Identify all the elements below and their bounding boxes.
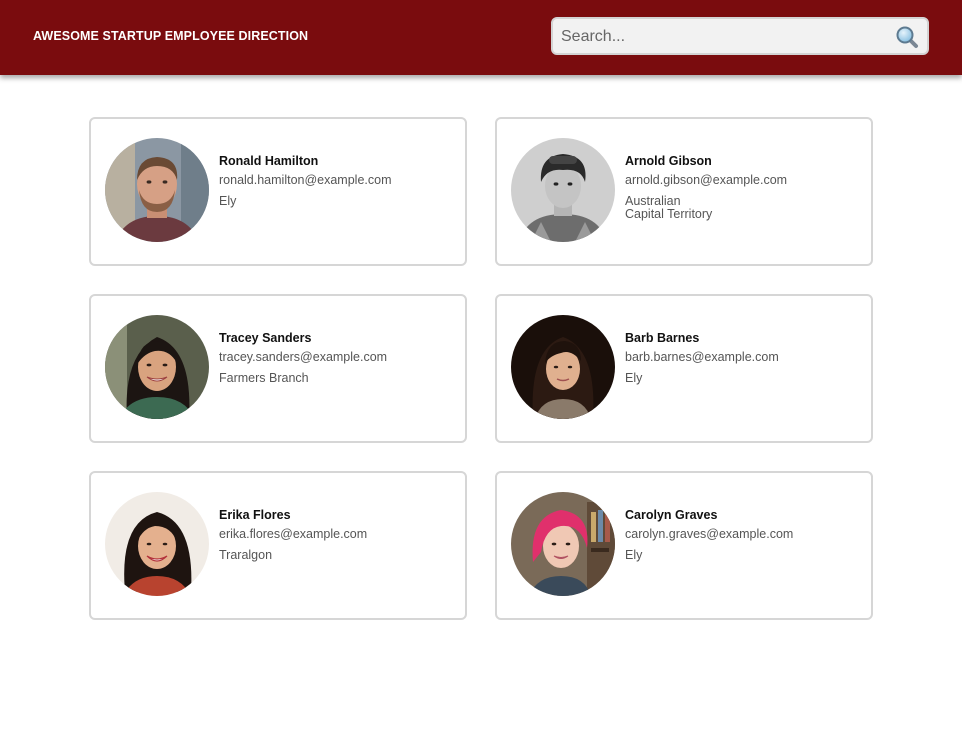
employee-card[interactable]: Carolyn Graves carolyn.graves@example.co… [495,471,873,620]
avatar [105,138,209,242]
employee-info: Tracey Sanders tracey.sanders@example.co… [219,331,459,385]
employee-city: Farmers Branch [219,371,309,385]
employee-info: Barb Barnes barb.barnes@example.com Ely [625,331,865,385]
app-title: AWESOME STARTUP EMPLOYEE DIRECTION [33,29,309,43]
avatar [511,492,615,596]
employee-info: Ronald Hamilton ronald.hamilton@example.… [219,154,459,208]
employee-card[interactable]: Tracey Sanders tracey.sanders@example.co… [89,294,467,443]
avatar [511,138,615,242]
employee-card[interactable]: Erika Flores erika.flores@example.com Tr… [89,471,467,620]
employee-info: Arnold Gibson arnold.gibson@example.com … [625,154,865,221]
employee-card[interactable]: Barb Barnes barb.barnes@example.com Ely [495,294,873,443]
employee-email: tracey.sanders@example.com [219,350,388,364]
avatar [511,315,615,419]
employee-email: carolyn.graves@example.com [625,527,794,541]
employee-card[interactable]: Arnold Gibson arnold.gibson@example.com … [495,117,873,266]
employee-city: Ely [219,194,237,208]
employee-email: arnold.gibson@example.com [625,173,788,187]
employee-email: erika.flores@example.com [219,527,368,541]
app-header: AWESOME STARTUP EMPLOYEE DIRECTION [0,0,962,75]
employee-city: Ely [625,548,643,562]
employee-email: ronald.hamilton@example.com [219,173,392,187]
employee-info: Carolyn Graves carolyn.graves@example.co… [625,508,865,562]
employee-city: Australian Capital Territory [625,194,713,221]
employee-card[interactable]: Ronald Hamilton ronald.hamilton@example.… [89,117,467,266]
employee-email: barb.barnes@example.com [625,350,779,364]
search-input[interactable] [561,25,881,49]
employee-name: Arnold Gibson [625,154,712,168]
employee-name: Erika Flores [219,508,291,522]
magnifier-icon[interactable] [895,25,919,49]
employee-info: Erika Flores erika.flores@example.com Tr… [219,508,459,562]
avatar [105,315,209,419]
employee-name: Tracey Sanders [219,331,312,345]
employee-name: Carolyn Graves [625,508,718,522]
employee-city: Ely [625,371,643,385]
employee-city: Traralgon [219,548,273,562]
avatar [105,492,209,596]
search-box [551,17,929,55]
employee-name: Barb Barnes [625,331,700,345]
employee-name: Ronald Hamilton [219,154,319,168]
